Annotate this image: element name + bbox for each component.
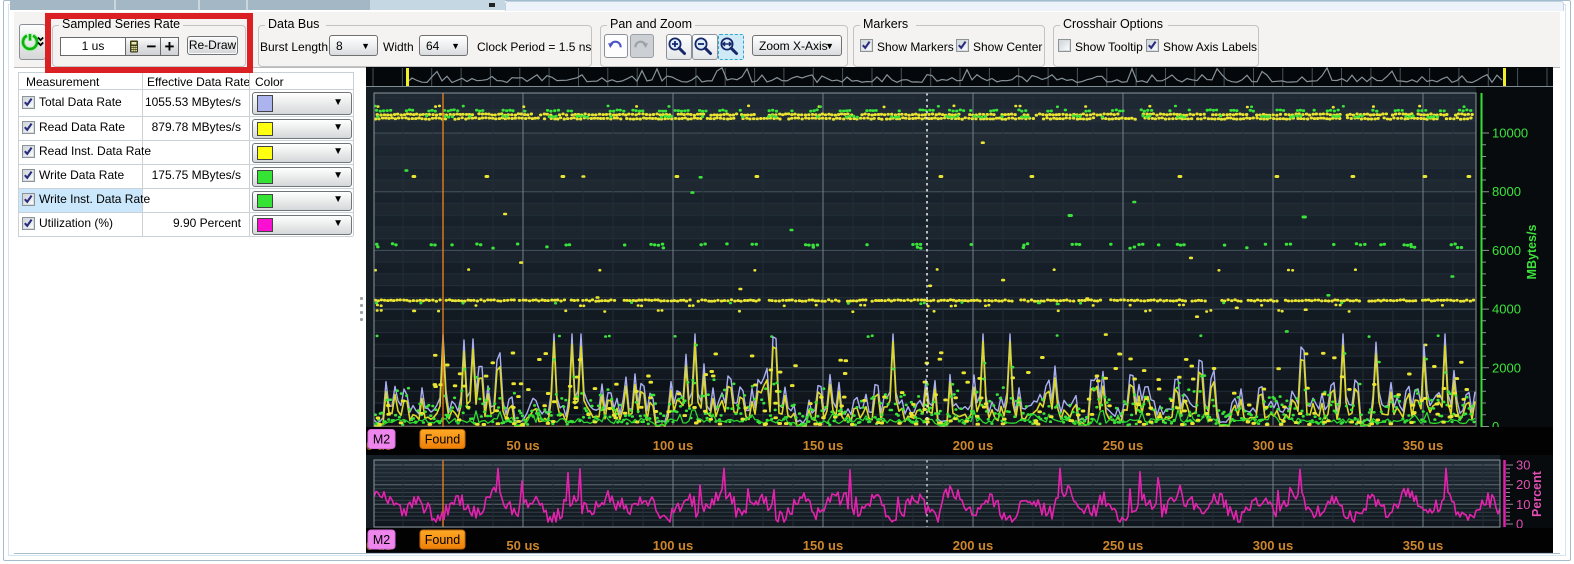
svg-text:100 us: 100 us <box>653 538 693 553</box>
svg-text:50 us: 50 us <box>506 538 539 553</box>
svg-text:200 us: 200 us <box>953 438 993 453</box>
svg-text:M2: M2 <box>373 533 390 547</box>
svg-text:350 us: 350 us <box>1403 438 1443 453</box>
svg-text:50 us: 50 us <box>506 438 539 453</box>
svg-text:MBytes/s: MBytes/s <box>1525 225 1539 280</box>
svg-text:30: 30 <box>1516 458 1530 473</box>
svg-text:Percent: Percent <box>1530 470 1544 517</box>
svg-text:350 us: 350 us <box>1403 538 1443 553</box>
svg-text:10000: 10000 <box>1492 126 1528 141</box>
svg-text:150 us: 150 us <box>803 438 843 453</box>
svg-text:300 us: 300 us <box>1253 538 1293 553</box>
svg-text:100 us: 100 us <box>653 438 693 453</box>
svg-text:150 us: 150 us <box>803 538 843 553</box>
svg-text:Found: Found <box>425 433 460 447</box>
svg-text:300 us: 300 us <box>1253 438 1293 453</box>
svg-text:200 us: 200 us <box>953 538 993 553</box>
svg-text:250 us: 250 us <box>1103 438 1143 453</box>
svg-text:Found: Found <box>425 533 460 547</box>
svg-text:20: 20 <box>1516 477 1530 492</box>
svg-text:4000: 4000 <box>1492 302 1521 317</box>
svg-text:6000: 6000 <box>1492 243 1521 258</box>
svg-text:250 us: 250 us <box>1103 538 1143 553</box>
svg-text:8000: 8000 <box>1492 184 1521 199</box>
svg-text:10: 10 <box>1516 497 1530 512</box>
svg-text:2000: 2000 <box>1492 360 1521 375</box>
svg-text:M2: M2 <box>373 433 390 447</box>
